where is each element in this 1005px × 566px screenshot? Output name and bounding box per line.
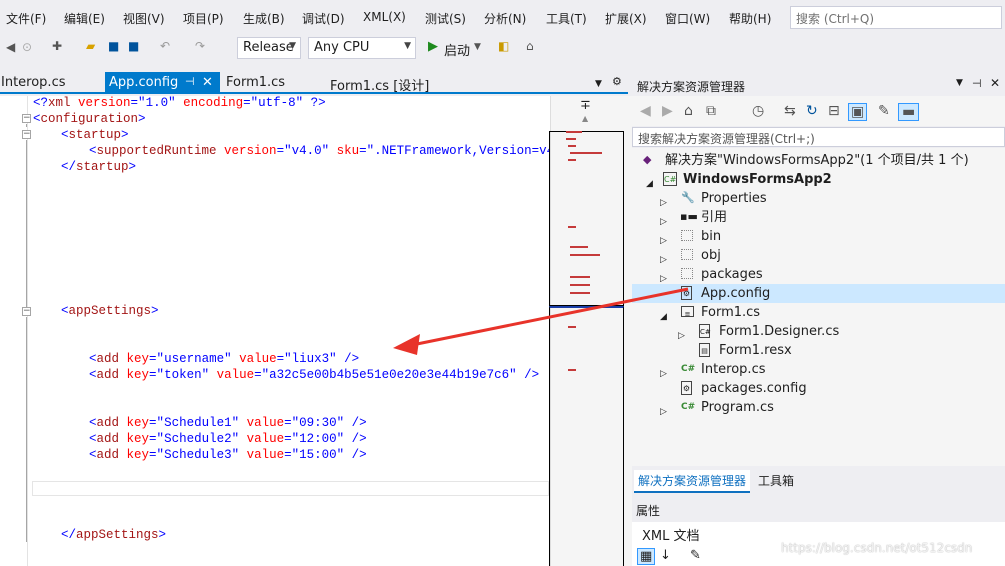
watermark: https://blog.csdn.net/ot512csdn	[781, 541, 973, 555]
annotation-arrow	[393, 287, 689, 355]
arrow-shaft	[411, 287, 689, 347]
arrow-head	[393, 334, 420, 355]
